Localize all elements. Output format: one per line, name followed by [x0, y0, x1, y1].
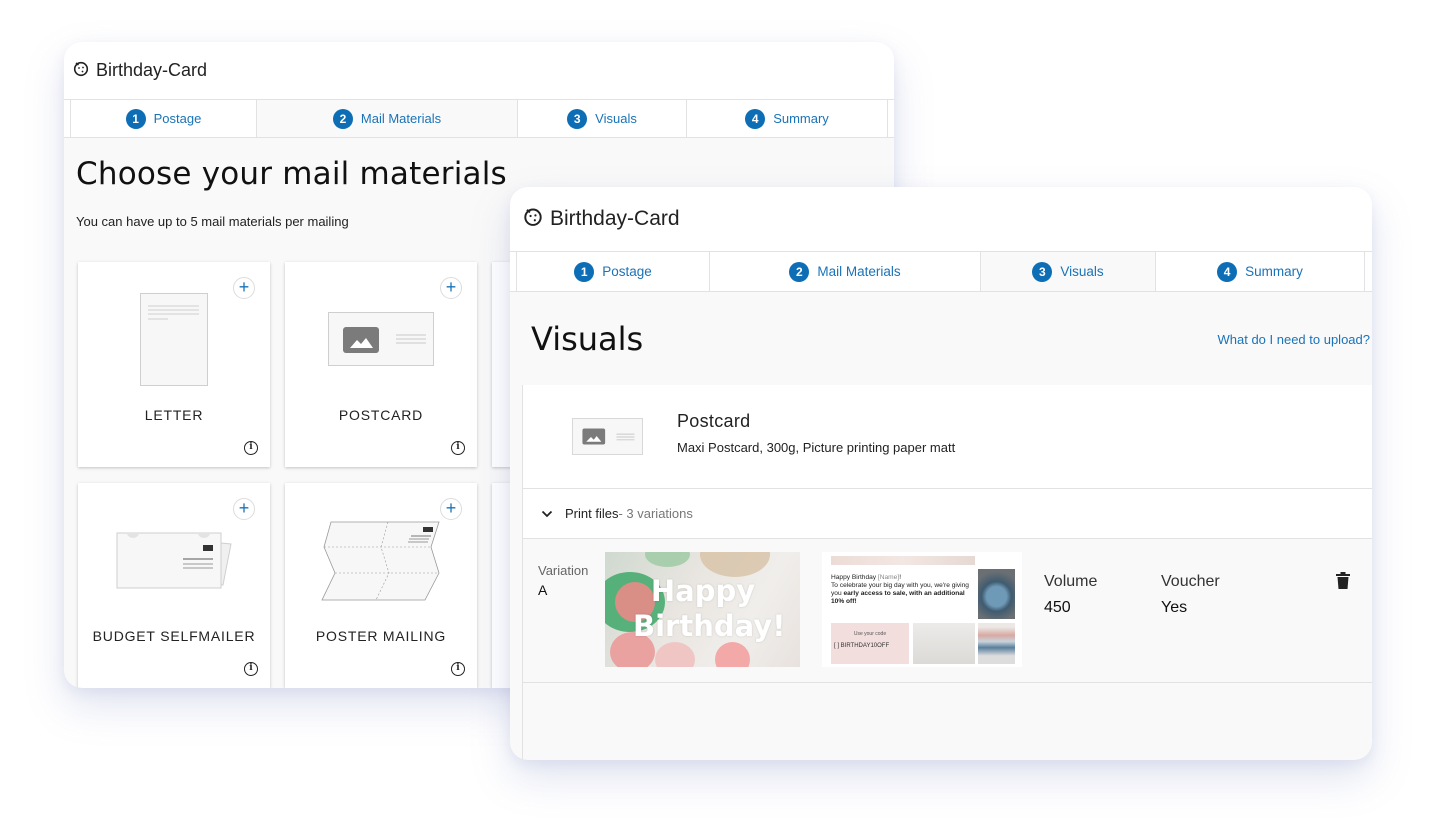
page-title: Visuals [531, 320, 644, 358]
info-icon[interactable]: i [451, 662, 465, 676]
step-number: 1 [125, 108, 146, 129]
window-title: Birthday-Card [96, 60, 208, 80]
tab-label: Postage [153, 111, 202, 126]
step-tabs: 1 Postage 2 Mail Materials 3 Visuals 4 S… [510, 251, 1372, 292]
back-message: Happy Birthday [Name]! To celebrate your… [831, 574, 969, 605]
tab-mail-materials[interactable]: 2 Mail Materials [256, 100, 517, 137]
print-files-label: Print files [565, 506, 619, 521]
add-selfmailer-button[interactable]: + [233, 498, 255, 520]
voucher-label: Voucher [1161, 573, 1220, 590]
tab-label: Visuals [1060, 264, 1104, 279]
tab-label: Mail Materials [360, 111, 442, 126]
voucher-value: Yes [1161, 599, 1188, 616]
selfmailer-icon [116, 532, 232, 589]
card-label: POSTCARD [338, 407, 424, 423]
chevron-down-icon [541, 506, 553, 521]
variations-count: - 3 variations [618, 506, 693, 521]
material-card-budget-selfmailer[interactable]: + BUDGET SELFMAILER i [78, 483, 270, 688]
volume-value: 450 [1044, 599, 1071, 616]
stage: Birthday-Card 1 Postage 2 Mail Materials… [0, 0, 1440, 840]
voucher-code-box: Use your code [ ] BIRTHDAY10OFF [831, 623, 909, 664]
material-card-poster-mailing[interactable]: + POSTER MAILING i [285, 483, 477, 688]
tab-summary[interactable]: 4 Summary [686, 100, 888, 137]
step-number: 4 [1217, 261, 1238, 282]
tab-label: Summary [1245, 264, 1303, 279]
campaign-timer-icon [72, 59, 90, 82]
step-number: 3 [567, 108, 588, 129]
card-label: LETTER [144, 407, 204, 423]
step-number: 3 [1032, 261, 1053, 282]
window-title: Birthday-Card [550, 207, 680, 230]
upload-help-link[interactable]: What do I need to upload? [1217, 332, 1370, 347]
volume-label: Volume [1044, 573, 1098, 590]
tab-label: Postage [602, 264, 652, 279]
variation-row: Variation A Happy Birthday! Happy Birthd… [523, 539, 1372, 683]
info-icon[interactable]: i [451, 441, 465, 455]
material-card-letter[interactable]: + LETTER i [78, 262, 270, 467]
info-icon[interactable]: i [244, 441, 258, 455]
campaign-timer-icon [522, 205, 544, 233]
add-letter-button[interactable]: + [233, 277, 255, 299]
postcard-icon [328, 312, 434, 366]
step-number: 2 [789, 261, 810, 282]
tab-mail-materials[interactable]: 2 Mail Materials [709, 252, 980, 291]
visuals-window: Birthday-Card 1 Postage 2 Mail Materials… [510, 187, 1372, 760]
product-description: Maxi Postcard, 300g, Picture printing pa… [677, 440, 956, 455]
card-label: POSTER MAILING [315, 628, 447, 644]
add-poster-mailing-button[interactable]: + [440, 498, 462, 520]
info-icon[interactable]: i [244, 662, 258, 676]
step-number: 1 [574, 261, 595, 282]
tab-postage[interactable]: 1 Postage [516, 252, 709, 291]
product-name: Postcard [677, 411, 751, 431]
step-number: 2 [332, 108, 353, 129]
title-bar: Birthday-Card [510, 187, 1372, 251]
tab-label: Visuals [595, 111, 637, 126]
delete-variation-trash-icon[interactable] [1336, 572, 1350, 594]
material-card-postcard[interactable]: + POSTCARD i [285, 262, 477, 467]
variation-value: A [538, 582, 548, 598]
postcard-front-preview[interactable]: Happy Birthday! [605, 552, 800, 667]
product-summary: Postcard Maxi Postcard, 300g, Picture pr… [523, 385, 1372, 489]
variation-label: Variation [538, 563, 589, 578]
postcard-thumbnail-icon [572, 418, 643, 455]
tab-postage[interactable]: 1 Postage [70, 100, 256, 137]
step-tabs: 1 Postage 2 Mail Materials 3 Visuals 4 S… [64, 99, 894, 138]
card-label: BUDGET SELFMAILER [92, 628, 256, 644]
print-files-toggle[interactable]: Print files - 3 variations [523, 489, 1372, 539]
tab-visuals[interactable]: 3 Visuals [517, 100, 686, 137]
postcard-back-preview[interactable]: Happy Birthday [Name]! To celebrate your… [822, 552, 1022, 667]
front-headline: Happy Birthday! [633, 574, 786, 643]
letter-icon [140, 293, 208, 386]
tab-label: Mail Materials [817, 264, 901, 279]
visuals-header: Visuals What do I need to upload? [510, 292, 1372, 387]
material-panel: Postcard Maxi Postcard, 300g, Picture pr… [522, 385, 1372, 760]
tab-label: Summary [773, 111, 829, 126]
tab-visuals[interactable]: 3 Visuals [980, 252, 1155, 291]
poster-mailing-icon [321, 521, 440, 601]
add-postcard-button[interactable]: + [440, 277, 462, 299]
title-bar: Birthday-Card [64, 42, 894, 99]
tab-summary[interactable]: 4 Summary [1155, 252, 1365, 291]
step-number: 4 [745, 108, 766, 129]
